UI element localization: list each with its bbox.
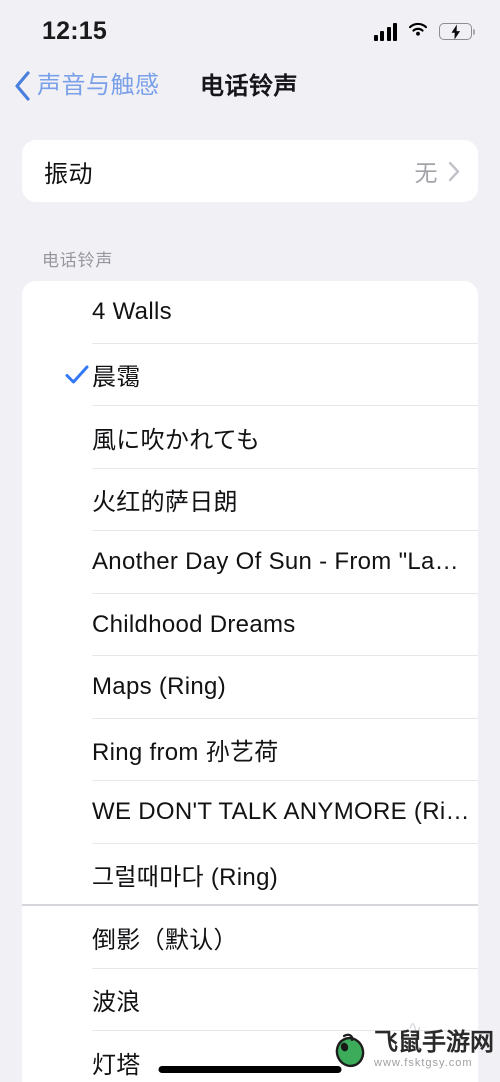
vibration-label: 振动 [44, 160, 93, 188]
navigation-bar: 声音与触感 电话铃声 [0, 62, 500, 120]
cellular-signal-icon [373, 22, 397, 41]
back-button[interactable]: 声音与触感 [14, 71, 160, 101]
battery-charging-icon [439, 23, 476, 40]
ringtone-row[interactable]: Maps (Ring) [22, 656, 478, 719]
home-indicator-bar[interactable] [158, 1066, 342, 1073]
wifi-icon [406, 20, 430, 43]
site-watermark: 飞鼠手游网 www.fsktgsy.com [330, 1030, 494, 1070]
vibration-card: 振动 无 [22, 140, 478, 202]
status-bar: 12:15 [0, 0, 500, 62]
ringtone-row[interactable]: 倒影（默认） [22, 906, 478, 969]
ringtone-section-header: 电话铃声 [42, 251, 114, 270]
ringtone-label: 灯塔 [92, 1051, 141, 1079]
vibration-row[interactable]: 振动 无 [22, 140, 478, 202]
ringtone-row[interactable]: WE DON'T TALK ANYMORE (Ri… [22, 781, 478, 844]
status-bar-clock: 12:15 [42, 17, 107, 45]
ringtone-label: Ring from 孙艺荷 [92, 739, 279, 767]
mouse-icon [330, 1030, 370, 1070]
checkmark-icon [65, 365, 89, 384]
ringtone-row[interactable]: 火红的萨日朗 [22, 469, 478, 531]
ringtone-row[interactable]: 4 Walls [22, 281, 478, 344]
ringtone-list-card: 4 Walls 晨霭風に吹かれても 火红的萨日朗 Another Day Of Sun… [22, 281, 478, 1082]
status-bar-icons [373, 20, 476, 43]
back-button-label: 声音与触感 [37, 72, 160, 99]
ringtone-label: 4 Walls [92, 298, 172, 326]
ringtone-label: 倒影（默认） [92, 926, 238, 954]
ringtone-label: 火红的萨日朗 [92, 489, 238, 517]
chevron-right-icon [448, 161, 460, 182]
watermark-brand: 飞鼠手游网 [374, 1029, 494, 1056]
ringtone-label: WE DON'T TALK ANYMORE (Ri… [92, 798, 470, 826]
ringtone-row[interactable]: Another Day Of Sun - From "La… [22, 531, 478, 594]
watermark-texts: 飞鼠手游网 www.fsktgsy.com [374, 1031, 494, 1069]
chevron-left-icon [14, 71, 31, 101]
ringtone-row[interactable]: 風に吹かれても [22, 406, 478, 469]
ringtone-list: 4 Walls 晨霭風に吹かれても 火红的萨日朗 Another Day Of Sun… [22, 281, 478, 1082]
ringtone-label: 波浪 [92, 989, 141, 1017]
iphone-screen: 12:15 声音与触感 电话铃声 振动 无 电话铃声 4 Walls 晨霭 風に… [0, 0, 500, 1082]
ringtone-label: 晨霭 [92, 364, 141, 392]
ringtone-row[interactable]: Ring from 孙艺荷 [22, 719, 478, 781]
ringtone-row[interactable]: 그럴때마다 (Ring) [22, 844, 478, 906]
ringtone-label: 風に吹かれても [92, 426, 261, 454]
vibration-row-accessory: 无 [415, 154, 461, 188]
watermark-url: www.fsktgsy.com [374, 1057, 473, 1069]
vibration-value: 无 [414, 160, 438, 186]
ringtone-row[interactable]: Childhood Dreams [22, 594, 478, 656]
page-title: 电话铃声 [200, 73, 298, 100]
ringtone-label: 그럴때마다 (Ring) [92, 864, 279, 892]
ringtone-label: Childhood Dreams [92, 610, 296, 638]
ringtone-label: Another Day Of Sun - From "La… [92, 548, 459, 576]
ringtone-row[interactable]: 晨霭 [22, 344, 478, 406]
ringtone-label: Maps (Ring) [92, 673, 226, 701]
